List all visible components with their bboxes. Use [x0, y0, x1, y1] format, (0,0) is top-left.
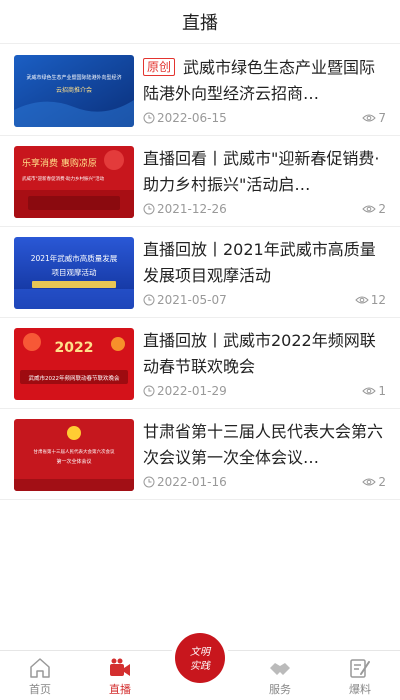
item-title[interactable]: 直播回放丨武威市2022年频网联动春节联欢晚会 [143, 328, 386, 380]
tab-report[interactable]: 爆料 [320, 651, 400, 700]
thumbnail-caption: 2022 [55, 340, 94, 356]
video-thumbnail[interactable]: 2022 武威市2022年频网联动春节联欢晚会 [14, 328, 134, 400]
item-meta: 2021-12-26 2 [143, 202, 386, 218]
thumbnail-caption: 2021年武威市高质量发展 [31, 253, 118, 263]
view-count: 1 [362, 384, 386, 398]
list-item[interactable]: 甘肃省第十三届人民代表大会第六次会议 第一次全体会议 甘肃省第十三届人民代表大会… [0, 409, 400, 500]
views-text: 7 [378, 111, 386, 125]
thumbnail-caption: 项目观摩活动 [52, 267, 97, 277]
tab-home[interactable]: 首页 [0, 651, 80, 700]
eye-icon [355, 296, 369, 304]
thumbnail-caption: 甘肃省第十三届人民代表大会第六次会议 [34, 448, 115, 455]
video-thumbnail[interactable]: 甘肃省第十三届人民代表大会第六次会议 第一次全体会议 [14, 419, 134, 491]
clock-icon [143, 385, 155, 397]
item-title[interactable]: 直播回放丨2021年武威市高质量发展项目观摩活动 [143, 237, 386, 289]
item-meta: 2022-06-15 7 [143, 111, 386, 127]
views-text: 12 [370, 293, 386, 307]
thumbnail-caption: 武威市2022年频网联动春节联欢晚会 [29, 374, 120, 382]
clock-icon [143, 203, 155, 215]
item-meta: 2021-05-07 12 [143, 293, 386, 309]
original-badge: 原创 [143, 58, 176, 76]
eye-icon [362, 478, 377, 486]
video-camera-icon [110, 658, 130, 676]
list-item[interactable]: 2022 武威市2022年频网联动春节联欢晚会 直播回放丨武威市2022年频网联… [0, 318, 400, 409]
item-title[interactable]: 直播回看丨武威市"迎新春促销费·助力乡村振兴"活动启… [143, 146, 386, 198]
views-text: 2 [378, 202, 386, 216]
list-item[interactable]: 武威市绿色生态产业暨国际陆港外向型经济 云招商推介会 原创 武威市绿色生态产业暨国… [0, 45, 400, 136]
tab-service-label: 服务 [269, 683, 291, 696]
thumbnail-caption: 第一次全体会议 [56, 458, 91, 465]
view-count: 2 [362, 202, 386, 216]
center-logo-text-bottom: 实践 [190, 660, 211, 672]
item-title[interactable]: 原创 武威市绿色生态产业暨国际陆港外向型经济云招商… [143, 55, 386, 107]
clock-icon [143, 476, 155, 488]
civilization-practice-button[interactable]: 文明 实践 [171, 629, 229, 687]
view-count: 12 [355, 293, 386, 307]
live-list: 武威市绿色生态产业暨国际陆港外向型经济 云招商推介会 原创 武威市绿色生态产业暨国… [0, 45, 400, 500]
thumbnail-caption: 武威市绿色生态产业暨国际陆港外向型经济 [26, 74, 121, 81]
tab-report-label: 爆料 [349, 683, 371, 696]
item-meta: 2022-01-29 1 [143, 384, 386, 400]
views-text: 1 [378, 384, 386, 398]
eye-icon [362, 114, 377, 122]
clock-icon [143, 112, 155, 124]
thumbnail-caption: 云招商推介会 [56, 86, 92, 94]
eye-icon [362, 205, 377, 213]
eye-icon [362, 387, 377, 395]
date-text: 2022-01-29 [157, 384, 227, 398]
item-title-text: 武威市绿色生态产业暨国际陆港外向型经济云招商… [143, 58, 376, 103]
views-text: 2 [378, 475, 386, 489]
date-text: 2021-12-26 [157, 202, 227, 216]
publish-date: 2021-05-07 [143, 293, 227, 307]
video-thumbnail[interactable]: 武威市绿色生态产业暨国际陆港外向型经济 云招商推介会 [14, 55, 134, 127]
bottom-tab-bar: 首页 直播 文明 实践 服务 爆料 [0, 629, 400, 700]
thumbnail-caption: 乐享消费 惠购凉原 [22, 157, 97, 169]
publish-date: 2022-01-29 [143, 384, 227, 398]
date-text: 2021-05-07 [157, 293, 227, 307]
publish-date: 2022-01-16 [143, 475, 227, 489]
item-meta: 2022-01-16 2 [143, 475, 386, 491]
publish-date: 2021-12-26 [143, 202, 227, 216]
video-thumbnail[interactable]: 乐享消费 惠购凉原 武威市"迎新春促消费·助力乡村振兴"活动 [14, 146, 134, 218]
civilization-practice-logo: 文明 实践 [190, 646, 212, 672]
list-item[interactable]: 乐享消费 惠购凉原 武威市"迎新春促消费·助力乡村振兴"活动 直播回看丨武威市"… [0, 136, 400, 227]
thumbnail-caption: 武威市"迎新春促消费·助力乡村振兴"活动 [22, 175, 105, 182]
video-thumbnail[interactable]: 2021年武威市高质量发展 项目观摩活动 [14, 237, 134, 309]
page-title: 直播 [182, 12, 218, 34]
list-item[interactable]: 2021年武威市高质量发展 项目观摩活动 直播回放丨2021年武威市高质量发展项… [0, 227, 400, 318]
center-logo-text-top: 文明 [190, 646, 212, 658]
tab-home-label: 首页 [29, 683, 51, 696]
tab-service[interactable]: 服务 [240, 651, 320, 700]
edit-icon [350, 659, 370, 678]
item-title[interactable]: 甘肃省第十三届人民代表大会第六次会议第一次全体会议… [143, 419, 386, 471]
view-count: 7 [362, 111, 386, 125]
clock-icon [143, 294, 155, 306]
publish-date: 2022-06-15 [143, 111, 227, 125]
tab-live-label: 直播 [109, 683, 131, 696]
date-text: 2022-01-16 [157, 475, 227, 489]
tab-live[interactable]: 直播 [80, 651, 160, 700]
date-text: 2022-06-15 [157, 111, 227, 125]
home-icon [30, 658, 50, 678]
top-bar: 直播 [0, 0, 400, 44]
view-count: 2 [362, 475, 386, 489]
handshake-icon [270, 663, 290, 675]
